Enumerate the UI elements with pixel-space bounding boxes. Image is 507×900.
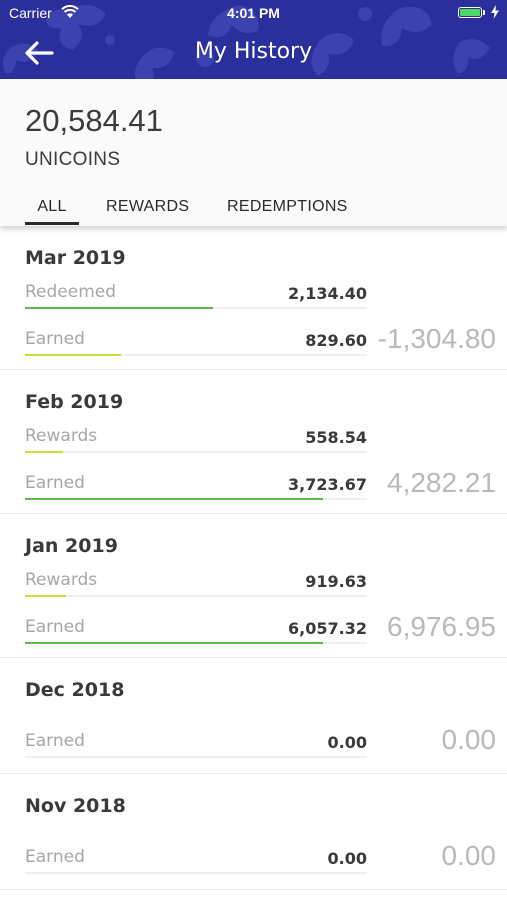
row-label: Earned — [25, 329, 85, 349]
history-row-rewards: Rewards 919.63 — [25, 570, 367, 597]
progress-track — [25, 354, 367, 356]
balance-header: 20,584.41 UNICOINS ALL REWARDS REDEMPTIO… — [0, 79, 507, 226]
balance-amount: 20,584.41 — [25, 103, 163, 138]
progress-bar — [25, 595, 67, 597]
row-value: 829.60 — [305, 331, 367, 350]
month-title: Mar 2019 — [25, 247, 126, 269]
progress-track — [25, 595, 367, 597]
filter-tabs: ALL REWARDS REDEMPTIONS — [0, 190, 507, 226]
progress-bar — [25, 642, 323, 644]
progress-track — [25, 756, 367, 758]
month-net-total: 0.00 — [441, 724, 497, 755]
month-net-total: -1,304.80 — [377, 323, 496, 354]
page-title: My History — [194, 39, 313, 64]
month-section[interactable]: Dec 2018 Earned 0.00 0.00 — [0, 658, 507, 774]
progress-bar — [25, 498, 323, 500]
row-value: 558.54 — [305, 428, 367, 447]
progress-track — [25, 642, 367, 644]
row-label: Earned — [25, 617, 85, 637]
tab-redemptions[interactable]: REDEMPTIONS — [227, 198, 348, 216]
row-label: Rewards — [25, 426, 98, 446]
month-net-total: 6,976.95 — [387, 611, 496, 642]
tab-rewards[interactable]: REWARDS — [106, 198, 189, 216]
progress-bar — [25, 307, 214, 309]
row-value: 919.63 — [305, 572, 367, 591]
month-section[interactable]: Nov 2018 Earned 0.00 0.00 — [0, 774, 507, 890]
battery-tip — [483, 10, 485, 15]
progress-bar — [25, 451, 63, 453]
currency-label: UNICOINS — [25, 149, 121, 170]
month-section[interactable]: Jan 2019 Rewards 919.63 Earned 6,057.32 6,976… — [0, 514, 507, 658]
month-section[interactable]: Feb 2019 Rewards 558.54 Earned 3,723.67 4,282… — [0, 370, 507, 514]
progress-track — [25, 498, 367, 500]
month-title: Jan 2019 — [25, 535, 118, 557]
row-label: Earned — [25, 731, 85, 751]
status-bar: Carrier 4:01 PM — [0, 0, 507, 28]
status-time: 4:01 PM — [227, 5, 280, 21]
history-row-earned: Earned 6,057.32 — [25, 617, 367, 644]
month-title: Feb 2019 — [25, 391, 124, 413]
history-row-redeemed: Redeemed 2,134.40 — [25, 282, 367, 309]
history-row-rewards: Earned 829.60 — [25, 329, 367, 356]
row-label: Earned — [25, 473, 85, 493]
row-value: 3,723.67 — [288, 475, 367, 494]
progress-track — [25, 451, 367, 453]
progress-bar — [25, 354, 121, 356]
history-row-earned: Earned 0.00 — [25, 731, 367, 758]
nav-bar: My History — [0, 28, 507, 79]
month-section[interactable]: Mar 2019 Redeemed 2,134.40 Earned 829.60 -1,3… — [0, 226, 507, 370]
month-net-total: 0.00 — [441, 840, 497, 871]
row-value: 0.00 — [327, 849, 367, 868]
month-title: Dec 2018 — [25, 679, 125, 701]
month-title: Nov 2018 — [25, 795, 126, 817]
progress-track — [25, 872, 367, 874]
active-tab-indicator — [25, 222, 79, 225]
row-value: 0.00 — [327, 733, 367, 752]
progress-track — [25, 307, 367, 309]
history-row-rewards: Rewards 558.54 — [25, 426, 367, 453]
history-list[interactable]: Mar 2019 Redeemed 2,134.40 Earned 829.60 -1,3… — [0, 226, 507, 900]
row-label: Earned — [25, 847, 85, 867]
month-net-total: 4,282.21 — [387, 467, 496, 498]
row-value: 6,057.32 — [288, 619, 367, 638]
row-label: Rewards — [25, 570, 98, 590]
top-bar: Carrier 4:01 PM My History — [0, 0, 507, 79]
history-row-earned: Earned 3,723.67 — [25, 473, 367, 500]
row-label: Redeemed — [25, 282, 117, 302]
history-row-earned: Earned 0.00 — [25, 847, 367, 874]
battery-icon — [458, 7, 482, 18]
row-value: 2,134.40 — [288, 284, 367, 303]
charging-bolt-icon — [491, 5, 499, 19]
